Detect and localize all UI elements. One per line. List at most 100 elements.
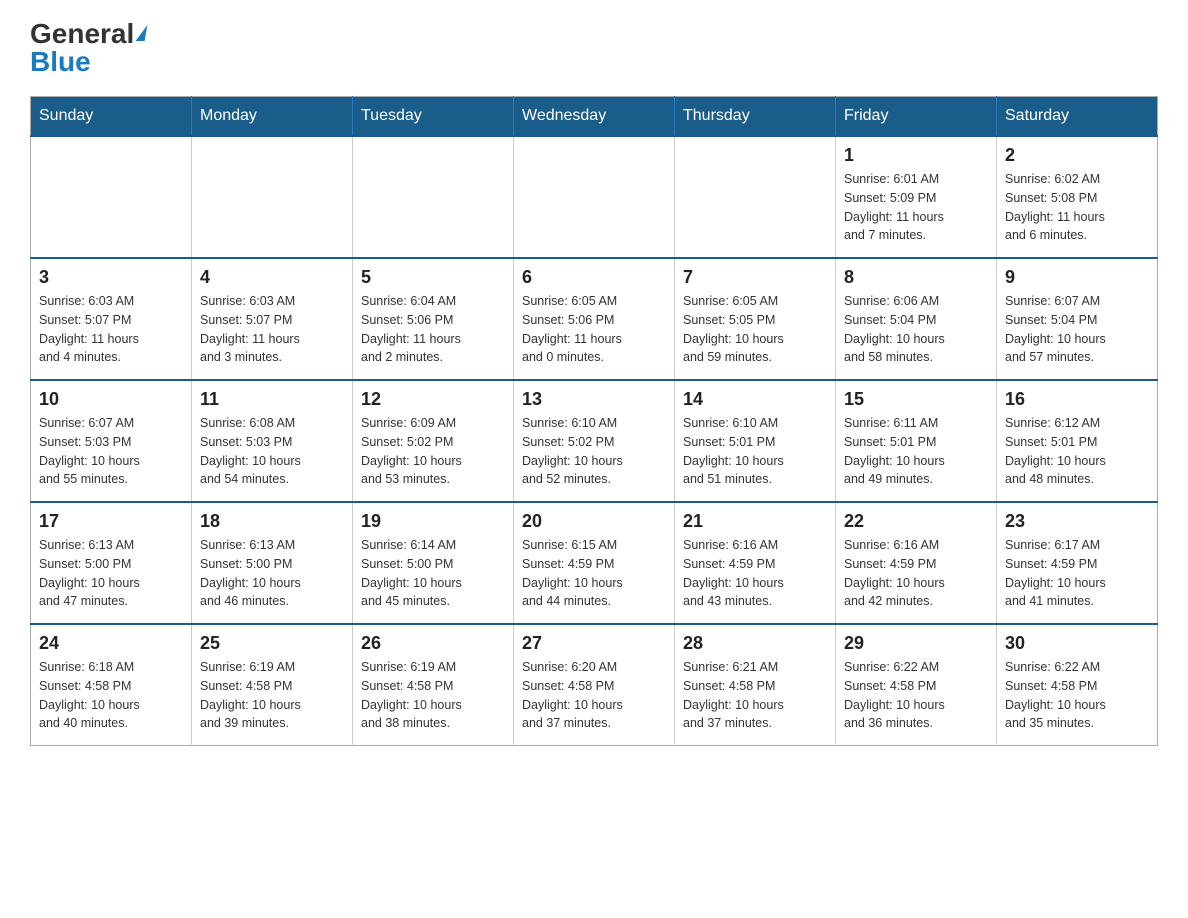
day-number: 23	[1005, 511, 1149, 532]
calendar-week-1: 1 Sunrise: 6:01 AMSunset: 5:09 PMDaylight…	[31, 136, 1158, 258]
calendar-cell: 7Sunrise: 6:05 AMSunset: 5:05 PMDaylight…	[675, 258, 836, 380]
day-info: Sunrise: 6:19 AMSunset: 4:58 PMDaylight:…	[200, 658, 344, 733]
day-info: Sunrise: 6:06 AMSunset: 5:04 PMDaylight:…	[844, 292, 988, 367]
day-info: Sunrise: 6:14 AMSunset: 5:00 PMDaylight:…	[361, 536, 505, 611]
day-info: Sunrise: 6:02 AMSunset: 5:08 PMDaylight:…	[1005, 170, 1149, 245]
day-info: Sunrise: 6:07 AMSunset: 5:04 PMDaylight:…	[1005, 292, 1149, 367]
calendar-week-3: 10Sunrise: 6:07 AMSunset: 5:03 PMDayligh…	[31, 380, 1158, 502]
calendar-cell: 29Sunrise: 6:22 AMSunset: 4:58 PMDayligh…	[836, 624, 997, 746]
calendar-body: 1 Sunrise: 6:01 AMSunset: 5:09 PMDaylight…	[31, 136, 1158, 746]
calendar-cell	[353, 136, 514, 258]
day-number: 2	[1005, 145, 1149, 166]
calendar-cell: 22 Sunrise: 6:16 AMSunset: 4:59 PMDayligh…	[836, 502, 997, 624]
calendar-cell: 20Sunrise: 6:15 AMSunset: 4:59 PMDayligh…	[514, 502, 675, 624]
calendar-cell: 5 Sunrise: 6:04 AMSunset: 5:06 PMDaylight…	[353, 258, 514, 380]
day-number: 14	[683, 389, 827, 410]
day-number: 22	[844, 511, 988, 532]
weekday-header-friday: Friday	[836, 97, 997, 137]
day-info: Sunrise: 6:13 AMSunset: 5:00 PMDaylight:…	[200, 536, 344, 611]
calendar-cell: 12Sunrise: 6:09 AMSunset: 5:02 PMDayligh…	[353, 380, 514, 502]
day-number: 17	[39, 511, 183, 532]
day-number: 21	[683, 511, 827, 532]
calendar-cell	[31, 136, 192, 258]
day-number: 8	[844, 267, 988, 288]
calendar-cell	[192, 136, 353, 258]
day-number: 11	[200, 389, 344, 410]
day-info: Sunrise: 6:16 AMSunset: 4:59 PMDaylight:…	[683, 536, 827, 611]
day-info: Sunrise: 6:08 AMSunset: 5:03 PMDaylight:…	[200, 414, 344, 489]
calendar-cell: 9 Sunrise: 6:07 AMSunset: 5:04 PMDaylight…	[997, 258, 1158, 380]
calendar-cell: 25 Sunrise: 6:19 AMSunset: 4:58 PMDayligh…	[192, 624, 353, 746]
calendar-cell: 3 Sunrise: 6:03 AMSunset: 5:07 PMDaylight…	[31, 258, 192, 380]
calendar-cell: 4Sunrise: 6:03 AMSunset: 5:07 PMDaylight…	[192, 258, 353, 380]
day-info: Sunrise: 6:16 AMSunset: 4:59 PMDaylight:…	[844, 536, 988, 611]
day-number: 1	[844, 145, 988, 166]
calendar-cell: 2 Sunrise: 6:02 AMSunset: 5:08 PMDaylight…	[997, 136, 1158, 258]
calendar-table: SundayMondayTuesdayWednesdayThursdayFrid…	[30, 96, 1158, 746]
day-number: 28	[683, 633, 827, 654]
day-number: 30	[1005, 633, 1149, 654]
day-info: Sunrise: 6:05 AMSunset: 5:06 PMDaylight:…	[522, 292, 666, 367]
day-number: 26	[361, 633, 505, 654]
day-info: Sunrise: 6:10 AMSunset: 5:02 PMDaylight:…	[522, 414, 666, 489]
day-info: Sunrise: 6:04 AMSunset: 5:06 PMDaylight:…	[361, 292, 505, 367]
day-info: Sunrise: 6:07 AMSunset: 5:03 PMDaylight:…	[39, 414, 183, 489]
calendar-cell: 26 Sunrise: 6:19 AMSunset: 4:58 PMDayligh…	[353, 624, 514, 746]
calendar-cell: 14 Sunrise: 6:10 AMSunset: 5:01 PMDayligh…	[675, 380, 836, 502]
calendar-week-2: 3 Sunrise: 6:03 AMSunset: 5:07 PMDaylight…	[31, 258, 1158, 380]
calendar-cell: 13 Sunrise: 6:10 AMSunset: 5:02 PMDayligh…	[514, 380, 675, 502]
weekday-header-wednesday: Wednesday	[514, 97, 675, 137]
calendar-cell	[514, 136, 675, 258]
calendar-cell	[675, 136, 836, 258]
day-number: 25	[200, 633, 344, 654]
day-info: Sunrise: 6:22 AMSunset: 4:58 PMDaylight:…	[1005, 658, 1149, 733]
page-header: General Blue	[30, 20, 1158, 76]
calendar-header: SundayMondayTuesdayWednesdayThursdayFrid…	[31, 97, 1158, 137]
day-info: Sunrise: 6:18 AMSunset: 4:58 PMDaylight:…	[39, 658, 183, 733]
calendar-cell: 6 Sunrise: 6:05 AMSunset: 5:06 PMDaylight…	[514, 258, 675, 380]
weekday-header-row: SundayMondayTuesdayWednesdayThursdayFrid…	[31, 97, 1158, 137]
day-info: Sunrise: 6:13 AMSunset: 5:00 PMDaylight:…	[39, 536, 183, 611]
day-number: 3	[39, 267, 183, 288]
calendar-cell: 15 Sunrise: 6:11 AMSunset: 5:01 PMDayligh…	[836, 380, 997, 502]
calendar-cell: 19 Sunrise: 6:14 AMSunset: 5:00 PMDayligh…	[353, 502, 514, 624]
day-number: 13	[522, 389, 666, 410]
weekday-header-sunday: Sunday	[31, 97, 192, 137]
day-number: 29	[844, 633, 988, 654]
day-info: Sunrise: 6:20 AMSunset: 4:58 PMDaylight:…	[522, 658, 666, 733]
calendar-cell: 16Sunrise: 6:12 AMSunset: 5:01 PMDayligh…	[997, 380, 1158, 502]
day-number: 5	[361, 267, 505, 288]
day-info: Sunrise: 6:03 AMSunset: 5:07 PMDaylight:…	[39, 292, 183, 367]
calendar-cell: 11 Sunrise: 6:08 AMSunset: 5:03 PMDayligh…	[192, 380, 353, 502]
day-info: Sunrise: 6:17 AMSunset: 4:59 PMDaylight:…	[1005, 536, 1149, 611]
day-number: 6	[522, 267, 666, 288]
calendar-cell: 27 Sunrise: 6:20 AMSunset: 4:58 PMDayligh…	[514, 624, 675, 746]
calendar-cell: 18Sunrise: 6:13 AMSunset: 5:00 PMDayligh…	[192, 502, 353, 624]
day-info: Sunrise: 6:03 AMSunset: 5:07 PMDaylight:…	[200, 292, 344, 367]
calendar-cell: 28 Sunrise: 6:21 AMSunset: 4:58 PMDayligh…	[675, 624, 836, 746]
day-number: 27	[522, 633, 666, 654]
calendar-cell: 23 Sunrise: 6:17 AMSunset: 4:59 PMDayligh…	[997, 502, 1158, 624]
logo-blue-text: Blue	[30, 46, 91, 77]
calendar-cell: 17 Sunrise: 6:13 AMSunset: 5:00 PMDayligh…	[31, 502, 192, 624]
day-info: Sunrise: 6:10 AMSunset: 5:01 PMDaylight:…	[683, 414, 827, 489]
day-info: Sunrise: 6:19 AMSunset: 4:58 PMDaylight:…	[361, 658, 505, 733]
logo: General Blue	[30, 20, 146, 76]
calendar-cell: 24 Sunrise: 6:18 AMSunset: 4:58 PMDayligh…	[31, 624, 192, 746]
weekday-header-tuesday: Tuesday	[353, 97, 514, 137]
day-number: 12	[361, 389, 505, 410]
calendar-cell: 8 Sunrise: 6:06 AMSunset: 5:04 PMDaylight…	[836, 258, 997, 380]
day-number: 15	[844, 389, 988, 410]
calendar-cell: 1 Sunrise: 6:01 AMSunset: 5:09 PMDaylight…	[836, 136, 997, 258]
day-number: 9	[1005, 267, 1149, 288]
calendar-cell: 30 Sunrise: 6:22 AMSunset: 4:58 PMDayligh…	[997, 624, 1158, 746]
weekday-header-saturday: Saturday	[997, 97, 1158, 137]
day-number: 24	[39, 633, 183, 654]
calendar-week-5: 24 Sunrise: 6:18 AMSunset: 4:58 PMDayligh…	[31, 624, 1158, 746]
day-number: 19	[361, 511, 505, 532]
day-info: Sunrise: 6:01 AMSunset: 5:09 PMDaylight:…	[844, 170, 988, 245]
day-info: Sunrise: 6:21 AMSunset: 4:58 PMDaylight:…	[683, 658, 827, 733]
calendar-week-4: 17 Sunrise: 6:13 AMSunset: 5:00 PMDayligh…	[31, 502, 1158, 624]
day-number: 7	[683, 267, 827, 288]
day-info: Sunrise: 6:11 AMSunset: 5:01 PMDaylight:…	[844, 414, 988, 489]
